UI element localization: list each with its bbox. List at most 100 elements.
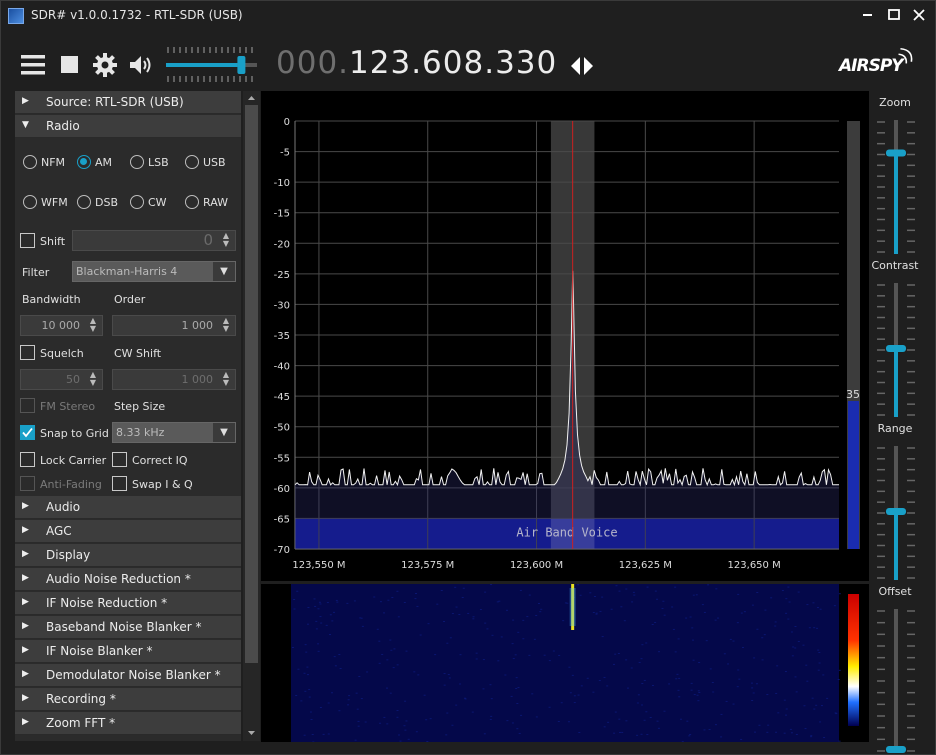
offset-slider[interactable] (873, 605, 919, 755)
waterfall-noise (334, 665, 337, 667)
zoom-slider[interactable] (873, 116, 919, 261)
waterfall-noise (304, 690, 307, 692)
panel-scrollbar-thumb[interactable] (245, 105, 258, 663)
mode-radio-raw[interactable] (185, 195, 199, 209)
spectrum-analyzer[interactable]: 0 -5 -10 -15 -20 -25 -30 -35 -40 -45 -50 -55 -60 -65 -… (261, 91, 869, 581)
waterfall-noise (697, 690, 700, 692)
correct-iq-checkbox[interactable] (112, 452, 127, 467)
mode-radio-usb[interactable] (185, 155, 199, 169)
step-size-select[interactable]: 8.33 kHz ▼ (112, 422, 236, 443)
waterfall-noise (817, 669, 820, 671)
waterfall-noise (347, 699, 350, 701)
section-if-noise-blanker[interactable]: ▶ IF Noise Blanker * (15, 640, 241, 663)
waterfall-noise (645, 711, 648, 713)
snap-to-grid-checkbox[interactable] (20, 425, 35, 440)
waterfall-noise (514, 654, 517, 656)
section-agc[interactable]: ▶ AGC (15, 520, 241, 543)
menu-button[interactable] (19, 51, 47, 79)
waterfall-noise (777, 712, 780, 714)
waterfall-noise (649, 716, 652, 718)
y-tick-label: -40 (274, 362, 290, 373)
mute-button[interactable] (127, 51, 155, 79)
contrast-slider[interactable] (873, 279, 919, 424)
waterfall-noise (618, 731, 621, 733)
waterfall-noise (751, 699, 754, 701)
squelch-checkbox[interactable] (20, 345, 35, 360)
volume-thumb[interactable] (237, 56, 246, 74)
waterfall-noise (712, 691, 715, 693)
waterfall-display[interactable] (261, 584, 869, 743)
frequency-value: 123.608.330 (349, 45, 558, 81)
waterfall-noise (792, 646, 795, 648)
section-label: Source: RTL-SDR (USB) (46, 95, 184, 109)
mode-radio-nfm[interactable] (23, 155, 37, 169)
waterfall-noise (638, 661, 641, 663)
mode-radio-cw[interactable] (130, 195, 144, 209)
section-display[interactable]: ▶ Display (15, 544, 241, 567)
section-recording[interactable]: ▶ Recording * (15, 688, 241, 711)
maximize-button[interactable] (884, 5, 904, 25)
order-input[interactable]: 1 000 ▲ ▼ (112, 315, 236, 336)
range-slider[interactable] (873, 442, 919, 587)
waterfall-noise (632, 591, 635, 593)
waterfall-noise (482, 688, 485, 690)
waterfall-noise (697, 700, 700, 702)
waterfall-noise (723, 653, 726, 655)
stop-button[interactable] (56, 51, 84, 79)
mode-label-cw: CW (148, 196, 167, 209)
waterfall-noise (318, 601, 321, 603)
expand-arrow-icon: ▶ (22, 549, 29, 559)
shift-checkbox[interactable] (20, 233, 35, 248)
tuning-arrows[interactable] (569, 55, 595, 77)
squelch-label: Squelch (40, 347, 84, 360)
waterfall-noise (641, 683, 644, 685)
slider-thumb[interactable] (886, 746, 906, 753)
section-source[interactable]: ▶ Source: RTL-SDR (USB) (15, 91, 241, 114)
close-button[interactable] (909, 5, 929, 25)
waterfall-noise (788, 601, 791, 603)
lock-carrier-checkbox[interactable] (20, 452, 35, 467)
waterfall-noise (791, 655, 794, 657)
waterfall-noise (601, 636, 604, 638)
settings-button[interactable] (91, 51, 119, 79)
section-label: IF Noise Blanker * (46, 644, 153, 658)
waterfall-noise (579, 594, 582, 596)
waterfall-noise (397, 616, 400, 618)
frequency-display[interactable]: 000.123.608.330 (276, 45, 557, 81)
mode-radio-dsb[interactable] (77, 195, 91, 209)
section-if-noise-reduction[interactable]: ▶ IF Noise Reduction * (15, 592, 241, 615)
mode-radio-am[interactable] (77, 155, 91, 169)
y-tick-label: 0 (284, 117, 290, 128)
minimize-button[interactable] (858, 5, 878, 25)
waterfall-noise (678, 677, 681, 679)
anti-fading-checkbox[interactable] (20, 476, 35, 491)
waterfall-noise (775, 692, 778, 694)
squelch-input[interactable]: 50 ▲ ▼ (20, 369, 103, 390)
section-audio[interactable]: ▶ Audio (15, 496, 241, 519)
volume-slider[interactable] (164, 45, 259, 85)
section-audio-noise-reduction[interactable]: ▶ Audio Noise Reduction * (15, 568, 241, 591)
section-baseband-noise-blanker[interactable]: ▶ Baseband Noise Blanker * (15, 616, 241, 639)
filter-select[interactable]: Blackman-Harris 4 ▼ (72, 261, 236, 282)
slider-thumb[interactable] (886, 149, 906, 157)
section-zoom-fft[interactable]: ▶ Zoom FFT * (15, 712, 241, 735)
waterfall-noise (690, 689, 693, 691)
bandwidth-input[interactable]: 10 000 ▲ ▼ (20, 315, 103, 336)
swap-iq-checkbox[interactable] (112, 476, 127, 491)
slider-thumb[interactable] (886, 508, 906, 515)
fm-stereo-checkbox[interactable] (20, 398, 35, 413)
mode-radio-wfm[interactable] (23, 195, 37, 209)
cw-shift-input[interactable]: 1 000 ▲ ▼ (112, 369, 236, 390)
waterfall-noise (307, 607, 310, 609)
waterfall-noise (656, 598, 659, 600)
section-radio[interactable]: ▼ Radio (15, 115, 241, 138)
waterfall-noise (810, 735, 813, 737)
waterfall-noise (404, 729, 407, 731)
waterfall-noise (614, 653, 617, 655)
shift-input[interactable]: 0 ▲ ▼ (72, 230, 236, 251)
section-demodulator-noise-blanker[interactable]: ▶ Demodulator Noise Blanker * (15, 664, 241, 687)
waterfall-noise (754, 731, 757, 733)
y-tick-label: -45 (274, 392, 290, 403)
slider-thumb[interactable] (886, 345, 906, 352)
mode-radio-lsb[interactable] (130, 155, 144, 169)
